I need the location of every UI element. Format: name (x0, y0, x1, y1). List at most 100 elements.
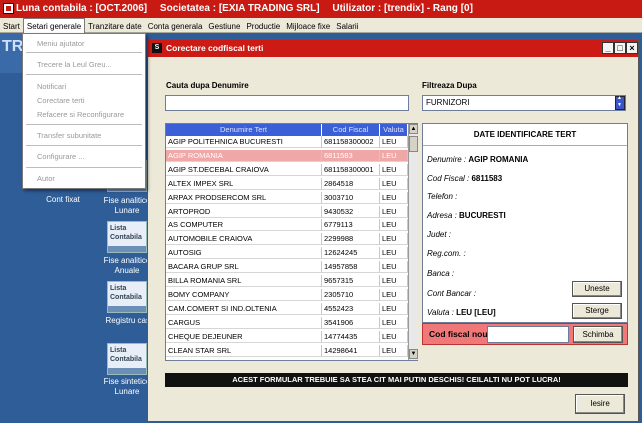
regcom-label: Reg.com. : (427, 249, 466, 258)
table-row[interactable]: CARGUS 3541906 LEU (166, 316, 408, 329)
dropdown-item-corectare-terti[interactable]: Corectare terti (37, 96, 85, 105)
dropdown-separator (26, 145, 142, 146)
table-row[interactable]: AUTOSIG 12624245 LEU (166, 247, 408, 260)
cell-valuta: LEU (380, 302, 408, 315)
cell-denumire: BOMY COMPANY (166, 288, 322, 301)
table-row[interactable]: CLEAN STAR SRL 14298641 LEU (166, 344, 408, 357)
cod-fiscal-label: Cod Fiscal : (427, 174, 470, 183)
dropdown-item-refacere-reconfigurare[interactable]: Refacere si Reconfigurare (37, 110, 124, 119)
dialog-title: Corectare codfiscal terti (166, 43, 264, 53)
menu-mijloace-fixe[interactable]: Mijloace fixe (283, 19, 333, 34)
table-row[interactable]: ARPAX PRODSERCOM SRL 3003710 LEU (166, 191, 408, 204)
cell-cod-fiscal: 4552423 (322, 302, 380, 315)
cont-bancar-label: Cont Bancar : (427, 289, 476, 298)
iesire-button[interactable]: Iesire (575, 394, 625, 414)
cell-valuta: LEU (380, 261, 408, 274)
menu-setari-generale[interactable]: Setari generale (22, 18, 86, 33)
app-title-bar: Luna contabila : [OCT.2006] Societatea :… (0, 0, 642, 18)
scroll-down-icon[interactable]: ▼ (409, 349, 418, 359)
valuta-label: Valuta : (427, 308, 454, 317)
cell-cod-fiscal: 2305710 (322, 288, 380, 301)
cell-cod-fiscal: 6779113 (322, 219, 380, 232)
tile-stripe (108, 306, 146, 312)
date-identificare-panel: DATE IDENTIFICARE TERT Denumire : AGIP R… (422, 123, 628, 323)
cell-valuta: LEU (380, 191, 408, 204)
table-row[interactable]: AS COMPUTER 6779113 LEU (166, 219, 408, 232)
sterge-button[interactable]: Sterge (572, 303, 622, 319)
menu-gestiune[interactable]: Gestiune (205, 19, 243, 34)
schimba-button[interactable]: Schimba (573, 326, 623, 343)
adresa-label: Adresa : (427, 211, 457, 220)
table-row[interactable]: AGIP ST.DECEBAL CRAIOVA 681158300001 LEU (166, 163, 408, 176)
menu-salarii[interactable]: Salarii (333, 19, 361, 34)
dropdown-separator (26, 52, 142, 53)
table-row[interactable]: AGIP POLITEHNICA BUCURESTI 681158300002 LE… (166, 136, 408, 148)
tile-text-2: Contabila (110, 294, 142, 301)
column-header-denumire[interactable]: Denumire Tert (166, 124, 322, 136)
dialog-logo-icon: S (152, 43, 162, 53)
table-scrollbar[interactable]: ▲ ▼ (408, 124, 418, 360)
filter-select[interactable]: FURNIZORI (422, 95, 626, 111)
table-row[interactable]: ARTOPROD 9430532 LEU (166, 205, 408, 218)
cell-denumire: AGIP ST.DECEBAL CRAIOVA (166, 163, 322, 176)
cell-denumire: CARGUS (166, 316, 322, 329)
minimize-icon[interactable]: _ (602, 42, 614, 54)
table-row[interactable]: AGIP ROMANIA 6811583 LEU (166, 149, 408, 162)
cell-valuta: LEU (380, 205, 408, 218)
search-input[interactable] (165, 95, 409, 111)
cell-cod-fiscal: 681158300001 (322, 163, 380, 176)
menu-productie[interactable]: Productie (243, 19, 283, 34)
cod-fiscal-nou-bar: Cod fiscal nou Schimba (422, 323, 628, 345)
uneste-button[interactable]: Uneste (572, 281, 622, 297)
table-row[interactable]: BOMY COMPANY 2305710 LEU (166, 288, 408, 301)
column-header-cod-fiscal[interactable]: Cod Fiscal (322, 124, 380, 136)
table-row[interactable]: CAM.COMERT SI IND.OLTENIA 4552423 LEU (166, 302, 408, 315)
cod-fiscal-nou-input[interactable] (487, 326, 569, 343)
dropdown-item-meniu-ajutator[interactable]: Meniu ajutator (37, 39, 85, 48)
desktop-tile-fise-anuale[interactable]: Lista Contabila (107, 221, 147, 253)
dropdown-item-configurare[interactable]: Configurare ... (37, 152, 85, 161)
column-header-valuta[interactable]: Valuta (380, 124, 408, 136)
menu-start[interactable]: Start (0, 19, 23, 34)
table-row[interactable]: BACARA GRUP SRL 14957858 LEU (166, 261, 408, 274)
table-row[interactable]: BILLA ROMANIA SRL 9657315 LEU (166, 275, 408, 287)
cell-denumire: BACARA GRUP SRL (166, 261, 322, 274)
dropdown-item-transfer-subunitate[interactable]: Transfer subunitate (37, 131, 101, 140)
table-row[interactable]: ALTEX IMPEX SRL 2864518 LEU (166, 177, 408, 190)
cell-valuta: LEU (380, 149, 408, 162)
cell-denumire: ARPAX PRODSERCOM SRL (166, 191, 322, 204)
close-icon[interactable]: × (626, 42, 638, 54)
cell-cod-fiscal: 2864518 (322, 177, 380, 190)
cell-valuta: LEU (380, 163, 408, 176)
warning-banner: ACEST FORMULAR TREBUIE SA STEA CIT MAI P… (165, 373, 628, 387)
menu-tranzitare-date[interactable]: Tranzitare date (85, 19, 145, 34)
table-row[interactable]: CHEQUE DEJEUNER 14774435 LEU (166, 330, 408, 343)
filter-select-arrow-icon[interactable] (615, 95, 625, 110)
cell-valuta: LEU (380, 344, 408, 357)
dropdown-item-notificari[interactable]: Notificari (37, 82, 66, 91)
cell-denumire: AUTOMOBILE CRAIOVA (166, 233, 322, 246)
cell-valuta: LEU (380, 275, 408, 287)
desktop-tile-fise-sintetice[interactable]: Lista Contabila (107, 343, 147, 375)
denumire-row: Denumire : AGIP ROMANIA (427, 155, 528, 164)
cell-valuta: LEU (380, 177, 408, 190)
scroll-up-icon[interactable]: ▲ (409, 124, 418, 134)
dropdown-separator (26, 74, 142, 75)
cell-cod-fiscal: 14298641 (322, 344, 380, 357)
maximize-icon[interactable]: □ (614, 42, 626, 54)
desktop-title-fragment: TR (2, 38, 24, 55)
adresa-value: BUCURESTI (459, 211, 506, 220)
table-row[interactable]: AUTOMOBILE CRAIOVA 2299988 LEU (166, 233, 408, 246)
dropdown-item-autor[interactable]: Autor (37, 174, 55, 183)
search-label: Cauta dupa Denumire (166, 81, 249, 90)
scroll-thumb[interactable] (409, 136, 418, 152)
cell-denumire: BILLA ROMANIA SRL (166, 275, 322, 287)
luna-contabila: Luna contabila : [OCT.2006] (16, 3, 148, 14)
dropdown-item-trecere-leu-greu[interactable]: Trecere la Leul Greu... (37, 60, 112, 69)
desktop-tile-registru-casa[interactable]: Lista Contabila (107, 281, 147, 313)
cell-valuta: LEU (380, 219, 408, 232)
app-icon (3, 3, 14, 14)
menu-conta-generala[interactable]: Conta generala (145, 19, 206, 34)
cell-valuta: LEU (380, 288, 408, 301)
tile-stripe (108, 246, 146, 252)
